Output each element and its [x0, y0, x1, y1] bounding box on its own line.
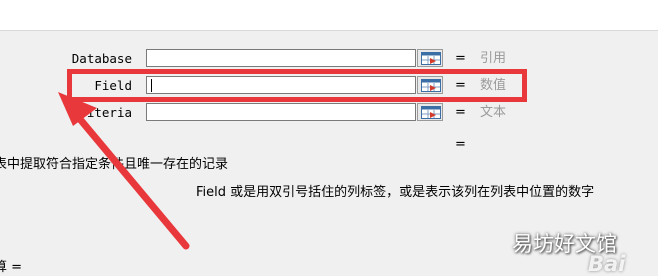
watermark-logo: Bai — [588, 252, 626, 276]
